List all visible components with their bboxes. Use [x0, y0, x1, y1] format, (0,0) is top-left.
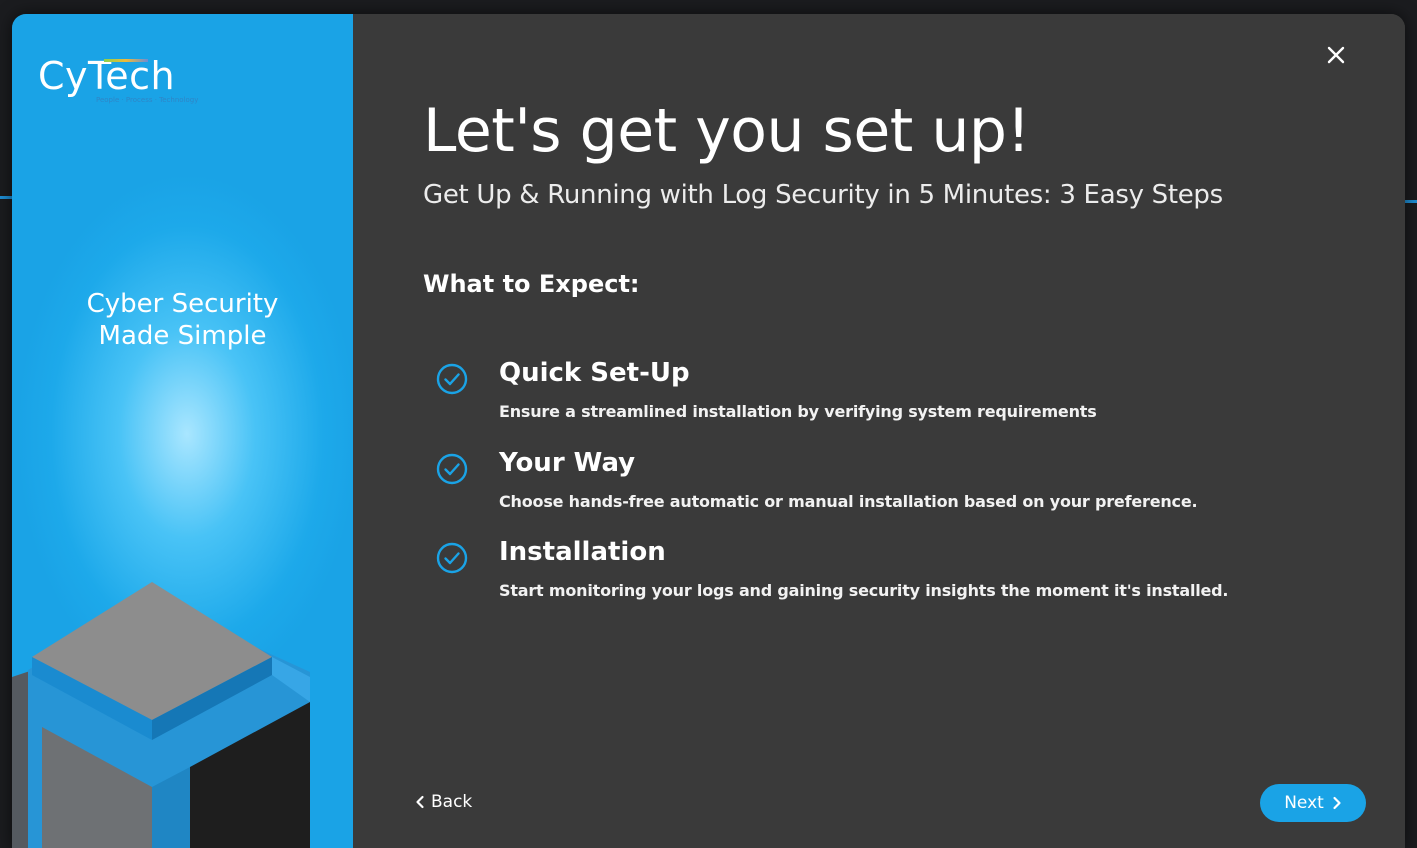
setup-dialog: CyTech People · Process · Technology Cyb… — [12, 14, 1405, 848]
brand-tagline-line-1: Cyber Security — [86, 289, 279, 319]
step-item-quick-setup: Quick Set-Up Ensure a streamlined instal… — [435, 358, 1335, 428]
step-title: Quick Set-Up — [499, 358, 690, 388]
chevron-left-icon — [416, 795, 424, 809]
brand-logo-accent — [104, 59, 148, 62]
close-button[interactable] — [1321, 40, 1351, 70]
step-description: Start monitoring your logs and gaining s… — [499, 581, 1229, 600]
check-circle-icon — [436, 363, 468, 395]
check-circle-icon — [436, 453, 468, 485]
step-item-installation: Installation Start monitoring your logs … — [435, 537, 1335, 607]
step-description: Ensure a streamlined installation by ver… — [499, 402, 1097, 421]
brand-logo-tagline: People · Process · Technology — [96, 96, 199, 104]
brand-panel: CyTech People · Process · Technology Cyb… — [12, 14, 353, 848]
page-title: Let's get you set up! — [423, 96, 1031, 166]
brand-tagline-line-2: Made Simple — [98, 321, 267, 351]
back-button[interactable]: Back — [415, 790, 472, 814]
cube-illustration — [12, 582, 310, 848]
step-description: Choose hands-free automatic or manual in… — [499, 492, 1198, 511]
section-heading: What to Expect: — [423, 270, 640, 298]
page-subtitle: Get Up & Running with Log Security in 5 … — [423, 180, 1223, 210]
back-button-label: Back — [431, 792, 473, 812]
next-button-label: Next — [1284, 793, 1324, 813]
step-title: Your Way — [499, 448, 636, 478]
content-panel: Let's get you set up! Get Up & Running w… — [353, 14, 1405, 848]
step-item-your-way: Your Way Choose hands-free automatic or … — [435, 448, 1335, 518]
background-accent — [0, 196, 12, 199]
step-title: Installation — [499, 537, 666, 567]
close-icon — [1327, 46, 1345, 64]
brand-tagline: Cyber Security Made Simple — [12, 288, 353, 352]
chevron-right-icon — [1333, 796, 1341, 810]
next-button[interactable]: Next — [1260, 784, 1366, 822]
check-circle-icon — [436, 542, 468, 574]
